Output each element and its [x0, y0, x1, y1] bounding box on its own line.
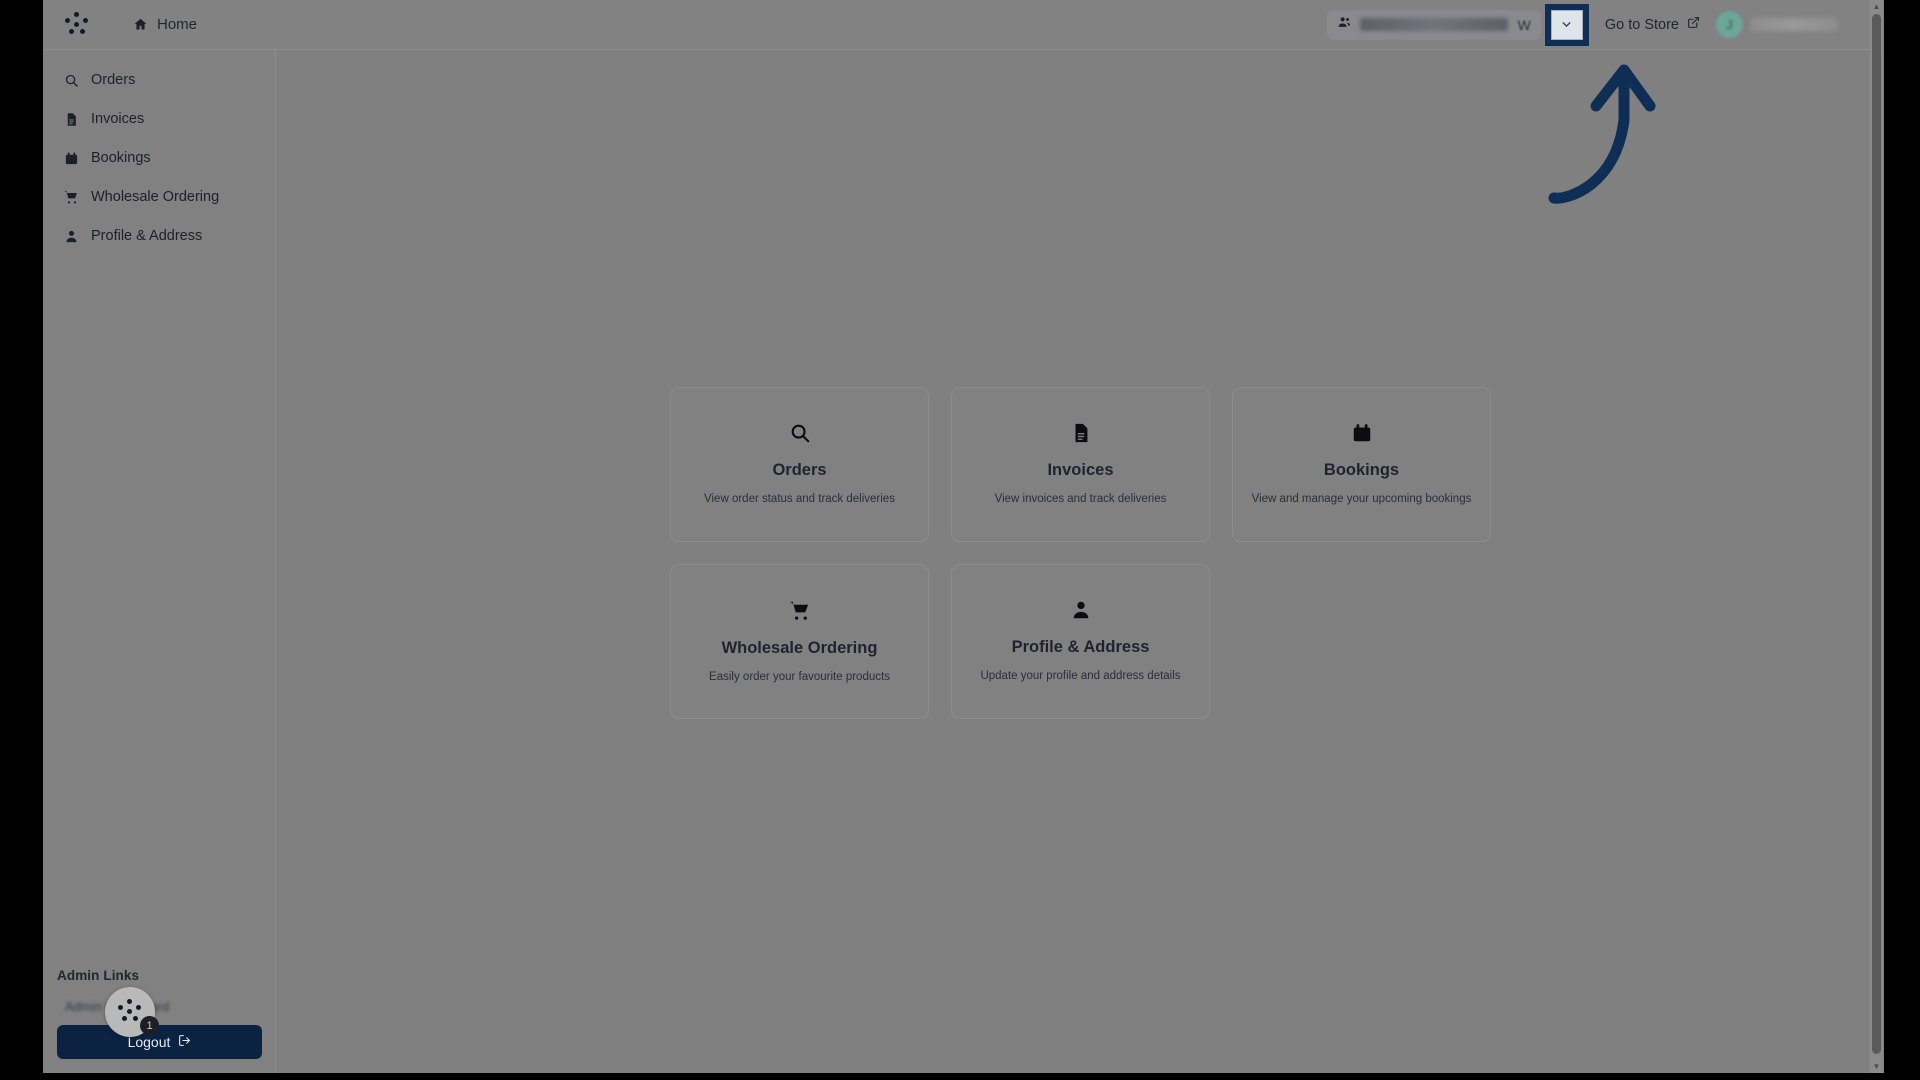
card-title: Profile & Address [1011, 638, 1150, 656]
top-header-bar: Home W Go to Store J [43, 0, 1884, 50]
calendar-icon [63, 151, 79, 166]
go-to-store-label: Go to Store [1604, 16, 1679, 33]
cart-icon [788, 599, 811, 627]
document-icon [63, 112, 79, 127]
search-icon [789, 422, 811, 449]
admin-links-section: Admin Links Admin Dashboard Logout [43, 968, 276, 1073]
topbar-right-cluster: W Go to Store J [1326, 3, 1884, 46]
caret-down-icon[interactable]: ▼ [1870, 1060, 1883, 1073]
admin-link-obscured[interactable]: Admin Dashboard [57, 997, 262, 1023]
app-logo[interactable] [43, 11, 111, 38]
card-title: Wholesale Ordering [721, 639, 878, 657]
customer-name-redacted [1359, 18, 1508, 31]
sidebar-item-label: Invoices [91, 111, 145, 127]
logout-button[interactable]: Logout [57, 1025, 262, 1059]
sidebar-item-bookings[interactable]: Bookings [53, 142, 265, 174]
dashboard-card-bookings[interactable]: Bookings View and manage your upcoming b… [1232, 387, 1491, 542]
six-dot-logo-icon [117, 999, 143, 1025]
person-icon [63, 229, 79, 244]
browser-viewport: Home W Go to Store J Orders Invoices Boo… [43, 0, 1884, 1073]
sidebar-nav-list: Orders Invoices Bookings Wholesale Order… [43, 50, 275, 252]
launcher-badge-count: 1 [140, 1016, 159, 1035]
calendar-icon [1351, 422, 1373, 449]
sidebar-item-label: Profile & Address [91, 228, 203, 244]
sidebar-item-profile-address[interactable]: Profile & Address [53, 220, 265, 252]
users-icon [1337, 15, 1352, 35]
card-description: Easily order your favourite products [709, 671, 890, 683]
card-description: View order status and track deliveries [704, 493, 895, 505]
dashboard-card-invoices[interactable]: Invoices View invoices and track deliver… [951, 387, 1210, 542]
sidebar-item-label: Orders [91, 72, 136, 88]
customer-selector-dropdown-button[interactable] [1550, 9, 1583, 40]
dashboard-card-wholesale-ordering[interactable]: Wholesale Ordering Easily order your fav… [670, 564, 929, 719]
chevron-down-icon [1560, 18, 1573, 31]
sidebar: Orders Invoices Bookings Wholesale Order… [43, 50, 276, 1073]
admin-links-title: Admin Links [57, 968, 140, 983]
dashboard-card-profile-address[interactable]: Profile & Address Update your profile an… [951, 564, 1210, 719]
avatar: J [1716, 11, 1743, 38]
sidebar-item-invoices[interactable]: Invoices [53, 103, 265, 135]
caret-up-icon[interactable]: ▲ [1870, 0, 1883, 13]
six-dot-logo-icon [64, 11, 90, 38]
home-icon [133, 17, 148, 32]
main-content: Orders View order status and track deliv… [277, 50, 1884, 1073]
customer-selector[interactable]: W [1326, 9, 1541, 40]
sidebar-item-label: Wholesale Ordering [91, 189, 220, 205]
card-description: Update your profile and address details [980, 670, 1181, 682]
scrollbar-thumb[interactable] [1872, 14, 1881, 1054]
search-icon [63, 73, 79, 88]
go-to-store-link[interactable]: Go to Store [1605, 16, 1700, 33]
nav-home-link[interactable]: Home [133, 16, 197, 33]
external-link-icon [1687, 16, 1700, 33]
cart-icon [63, 189, 79, 205]
card-title: Orders [772, 461, 827, 479]
customer-selector-dropdown-highlight [1544, 3, 1589, 46]
customer-name-fragment: W [1517, 16, 1531, 33]
logout-icon [178, 1034, 191, 1050]
nav-home-label: Home [157, 16, 198, 33]
dashboard-card-grid: Orders View order status and track deliv… [670, 387, 1491, 719]
sidebar-item-orders[interactable]: Orders [53, 64, 265, 96]
person-icon [1070, 599, 1092, 626]
page-scrollbar[interactable]: ▲ ▼ [1870, 0, 1883, 1073]
user-name-redacted [1750, 18, 1838, 31]
document-icon [1070, 422, 1092, 449]
card-description: View and manage your upcoming bookings [1251, 493, 1472, 505]
dashboard-card-orders[interactable]: Orders View order status and track deliv… [670, 387, 929, 542]
card-description: View invoices and track deliveries [994, 493, 1167, 505]
card-title: Invoices [1047, 461, 1114, 479]
sidebar-item-wholesale-ordering[interactable]: Wholesale Ordering [53, 181, 265, 213]
support-launcher-widget[interactable]: 1 [105, 987, 159, 1037]
user-account-menu[interactable]: J [1716, 11, 1838, 38]
card-title: Bookings [1323, 461, 1400, 479]
sidebar-item-label: Bookings [91, 150, 151, 166]
